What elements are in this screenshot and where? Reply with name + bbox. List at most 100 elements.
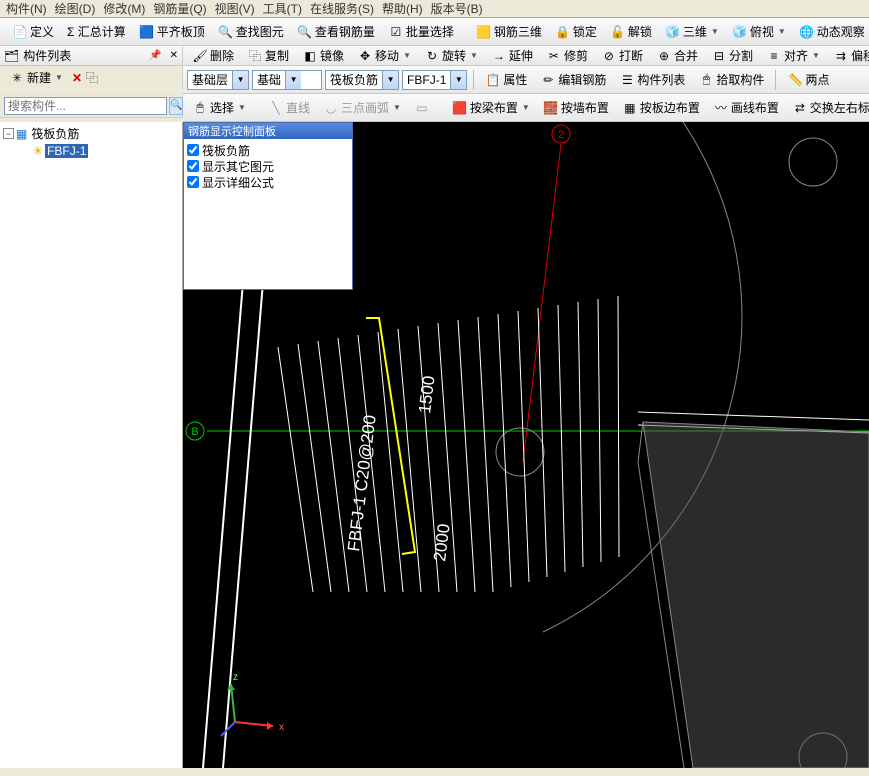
menu-online[interactable]: 在线服务(S) <box>308 0 376 17</box>
floor-combo[interactable]: 基础层▼ <box>187 70 249 90</box>
search-input[interactable] <box>4 97 167 115</box>
break-button[interactable]: ⊘打断 <box>596 46 648 66</box>
delete-button[interactable]: 🖌删除 <box>187 46 239 66</box>
circle-decoration <box>496 428 544 476</box>
list-icon: ☰ <box>619 72 635 88</box>
component-list-button[interactable]: ☰构件列表 <box>614 69 690 91</box>
split-button[interactable]: ⊟分割 <box>706 46 758 66</box>
quantity-button[interactable]: 🔍查看钢筋量 <box>292 21 380 43</box>
pick-component-button[interactable]: 🖱拾取构件 <box>693 69 769 91</box>
component-tree[interactable]: − ▦ 筏板负筋 ✳ FBFJ-1 <box>0 122 182 768</box>
trim-button[interactable]: ✂修剪 <box>541 46 593 66</box>
menu-tools[interactable]: 工具(T) <box>261 0 304 17</box>
edit-rebar-button[interactable]: ✏编辑钢筋 <box>535 69 611 91</box>
search-icon: 🔍 <box>297 24 313 40</box>
swap-button[interactable]: ⇄交换左右标 <box>787 97 869 119</box>
line-icon: ╲ <box>268 100 284 116</box>
by-line-button[interactable]: 〰画线布置 <box>708 97 784 119</box>
unlock-icon: 🔓 <box>610 24 626 40</box>
side-panel: − ▦ 筏板负筋 ✳ FBFJ-1 <box>0 122 183 768</box>
name-combo[interactable]: FBFJ-1▼ <box>402 70 467 90</box>
toolbar-2: 🖌删除 ⿻复制 ◧镜像 ✥移动▼ ↻旋转▼ →延伸 ✂修剪 ⊘打断 ⊕合并 ⊟分… <box>183 46 869 66</box>
tree-child-label: FBFJ-1 <box>45 144 88 158</box>
panel-icon: 🗂 <box>4 49 19 63</box>
type-combo[interactable]: 筏板负筋▼ <box>325 70 399 90</box>
menu-view[interactable]: 视图(V) <box>213 0 257 17</box>
extend-button[interactable]: →延伸 <box>486 46 538 66</box>
tree-root-label: 筏板负筋 <box>29 125 81 142</box>
panel-title[interactable]: 钢筋显示控制面板 <box>184 123 352 139</box>
circle-decoration <box>789 138 837 186</box>
svg-text:z: z <box>233 672 238 683</box>
pin-icon[interactable]: 📌 <box>149 50 161 61</box>
panel-check-row: 显示详细公式 <box>187 174 349 190</box>
mirror-button[interactable]: ◧镜像 <box>297 46 349 66</box>
rect-icon: ▭ <box>414 100 430 116</box>
search-icon: 🔍 <box>170 100 182 111</box>
batch-select-button[interactable]: ☑批量选择 <box>383 21 459 43</box>
split-icon: ⊟ <box>711 48 727 64</box>
find-button[interactable]: 🔍查找图元 <box>213 21 289 43</box>
by-wall-button[interactable]: 🧱按墙布置 <box>538 97 614 119</box>
axis-label-b: B <box>191 426 198 438</box>
extend-icon: → <box>491 48 507 64</box>
delete-icon[interactable]: ✕ <box>72 71 82 85</box>
checkbox-label: 显示其它图元 <box>202 158 274 175</box>
copy-icon[interactable]: ⿻ <box>86 69 98 86</box>
copy-button[interactable]: ⿻复制 <box>242 46 294 66</box>
checkbox-label: 筏板负筋 <box>202 142 250 159</box>
select-button[interactable]: 🖱选择▼ <box>187 97 251 119</box>
menu-component[interactable]: 构件(N) <box>4 0 49 17</box>
offset-button[interactable]: ⇉偏移 <box>828 46 869 66</box>
tree-toggle[interactable]: − <box>3 128 14 139</box>
close-icon[interactable]: ✕ <box>170 50 178 61</box>
unlock-button[interactable]: 🔓解锁 <box>605 21 657 43</box>
checkbox-rebar[interactable] <box>187 144 199 156</box>
menu-help[interactable]: 帮助(H) <box>380 0 425 17</box>
align-button[interactable]: ≡对齐▼ <box>761 46 825 66</box>
side-panel-label: 构件列表 <box>23 47 71 64</box>
flat-button[interactable]: 🟦平齐板顶 <box>134 21 210 43</box>
new-button[interactable]: ✳新建▼ <box>4 67 68 89</box>
toolbar-3: 基础层▼ 基础▼ 筏板负筋▼ FBFJ-1▼ 📋属性 ✏编辑钢筋 ☰构件列表 🖱… <box>183 66 869 94</box>
top-view-button[interactable]: 🧊俯视▼ <box>727 21 791 43</box>
define-button[interactable]: 📄定义 <box>7 21 59 43</box>
line-button[interactable]: ╲直线 <box>263 97 315 119</box>
three-d-button[interactable]: 🧊三维▼ <box>660 21 724 43</box>
properties-button[interactable]: 📋属性 <box>480 69 532 91</box>
offset-icon: ⇉ <box>833 48 849 64</box>
by-beam-button[interactable]: 🟥按梁布置▼ <box>447 97 535 119</box>
search-button[interactable]: 🔍 <box>169 97 183 115</box>
merge-button[interactable]: ⊕合并 <box>651 46 703 66</box>
dynamic-view-button[interactable]: 🌐动态观察 <box>794 21 869 43</box>
menu-modify[interactable]: 修改(M) <box>101 0 147 17</box>
view-icon: 🧊 <box>732 24 748 40</box>
menu-rebar[interactable]: 钢筋量(Q) <box>151 0 208 17</box>
panel-check-row: 筏板负筋 <box>187 142 349 158</box>
chevron-down-icon: ▼ <box>382 71 398 89</box>
rect-icon[interactable]: ▭ <box>409 97 435 119</box>
category-combo[interactable]: 基础▼ <box>252 70 322 90</box>
rebar-display-panel[interactable]: 钢筋显示控制面板 筏板负筋 显示其它图元 显示详细公式 <box>183 122 353 290</box>
two-point-button[interactable]: 📏两点 <box>782 69 834 91</box>
cube-icon: 🟨 <box>476 24 492 40</box>
menu-version[interactable]: 版本号(B) <box>429 0 485 17</box>
arc-button[interactable]: ◡三点画弧▼ <box>318 97 406 119</box>
checkbox-label: 显示详细公式 <box>202 174 274 191</box>
rebar-3d-button[interactable]: 🟨钢筋三维 <box>471 21 547 43</box>
side-actions: ✳新建▼ ✕ ⿻ <box>0 66 183 90</box>
checkbox-formula[interactable] <box>187 176 199 188</box>
layer-icon: 🟦 <box>139 24 155 40</box>
tree-child-row[interactable]: ✳ FBFJ-1 <box>3 142 179 159</box>
rotate-button[interactable]: ↻旋转▼ <box>419 46 483 66</box>
lock-button[interactable]: 🔒锁定 <box>550 21 602 43</box>
sum-button[interactable]: Σ 汇总计算 <box>62 21 131 43</box>
edge-line <box>638 412 869 420</box>
menu-draw[interactable]: 绘图(D) <box>53 0 98 17</box>
checkbox-other[interactable] <box>187 160 199 172</box>
drawing-canvas[interactable]: 钢筋显示控制面板 筏板负筋 显示其它图元 显示详细公式 2 <box>183 122 869 768</box>
chevron-down-icon: ▼ <box>711 27 719 36</box>
tree-root-row[interactable]: − ▦ 筏板负筋 <box>3 125 179 142</box>
by-slab-button[interactable]: ▦按板边布置 <box>617 97 705 119</box>
move-button[interactable]: ✥移动▼ <box>352 46 416 66</box>
